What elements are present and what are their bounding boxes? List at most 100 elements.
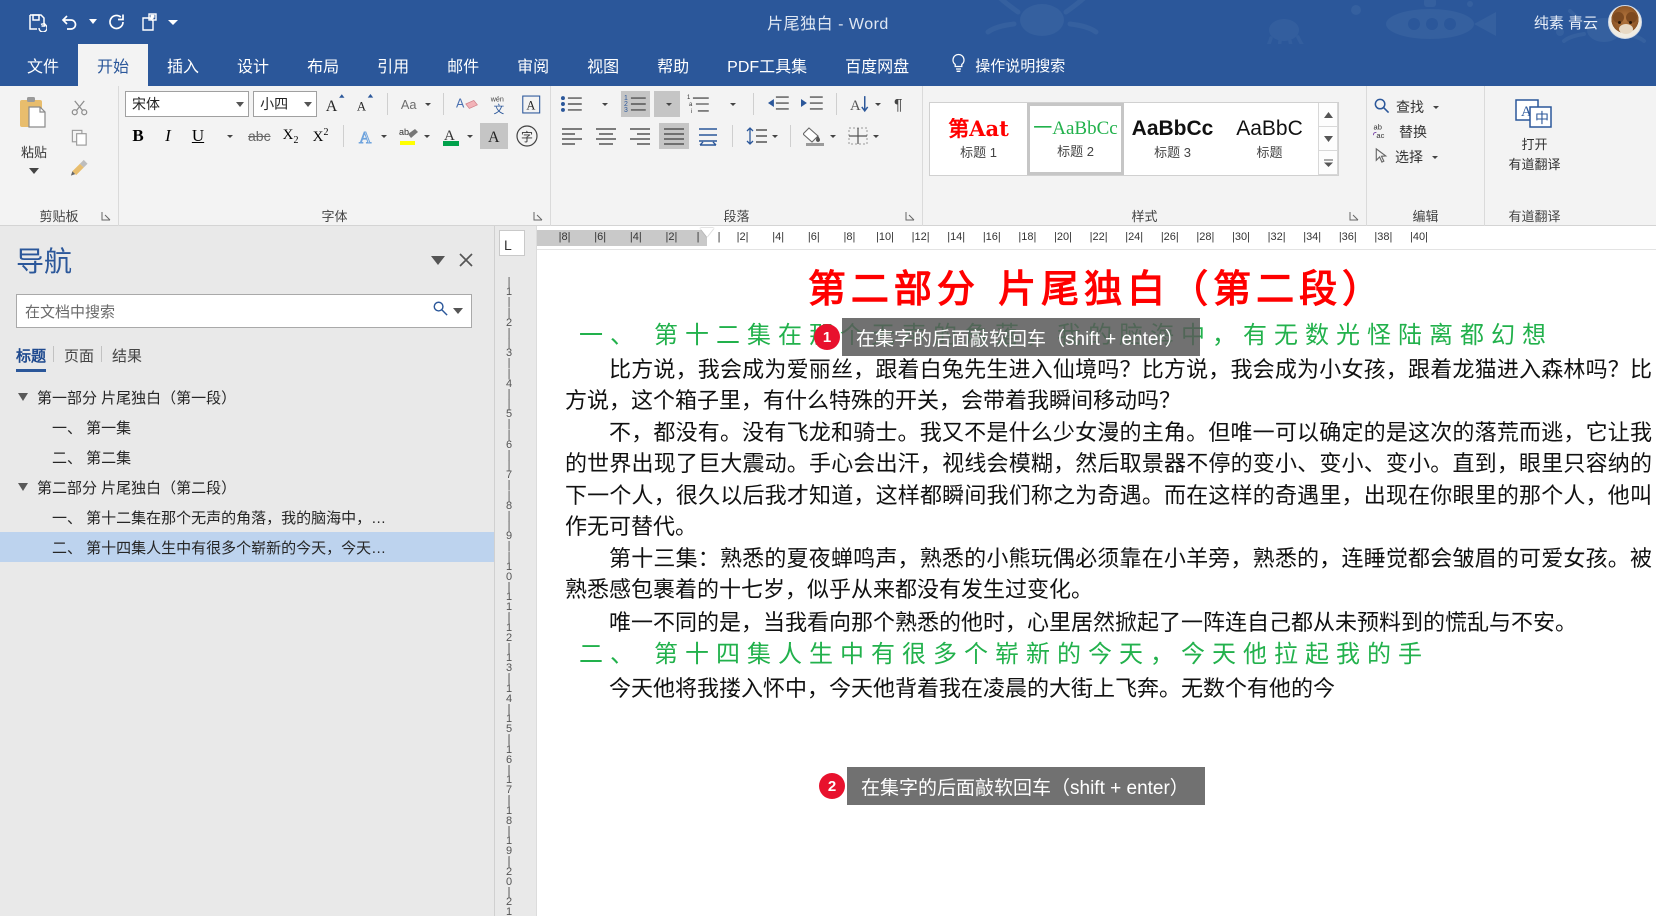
- quick-print-icon[interactable]: [134, 7, 164, 37]
- nav-heading-part2-ep14[interactable]: 二、 第十四集人生中有很多个崭新的今天，今天…: [0, 532, 494, 562]
- styles-scroll-down-icon[interactable]: [1319, 127, 1338, 151]
- tab-baidu-netdisk[interactable]: 百度网盘: [826, 44, 928, 86]
- nav-heading-part2[interactable]: 第二部分 片尾独白（第二段）: [0, 472, 494, 502]
- increase-indent-button[interactable]: [797, 91, 827, 117]
- tab-home[interactable]: 开始: [78, 44, 149, 86]
- replace-button[interactable]: ab ac 替换: [1373, 122, 1439, 142]
- paste-button[interactable]: 粘贴: [6, 91, 62, 179]
- search-options-caret-icon[interactable]: [449, 308, 467, 314]
- tab-design[interactable]: 设计: [218, 44, 288, 86]
- bullets-button[interactable]: [557, 91, 587, 117]
- nav-heading-part1[interactable]: 第一部分 片尾独白（第一段）: [0, 382, 494, 412]
- horizontal-ruler[interactable]: |8| |6| |4| |2| | |2| |4| |6| |8| |10| |12| |14| |16…: [537, 226, 1656, 250]
- styles-scroll-up-icon[interactable]: [1319, 103, 1338, 127]
- account-area[interactable]: 纯素 青云: [1534, 0, 1642, 44]
- clipboard-dialog-launcher-icon[interactable]: [101, 211, 113, 223]
- font-size-combo[interactable]: 小四: [253, 91, 317, 117]
- clear-formatting-button[interactable]: A: [453, 91, 482, 117]
- align-right-button[interactable]: [625, 123, 655, 149]
- save-icon[interactable]: [22, 7, 52, 37]
- style-card-heading2[interactable]: 一AaBbCc 标题 2: [1027, 103, 1124, 175]
- underline-caret-icon[interactable]: [215, 123, 241, 149]
- numbering-button[interactable]: 123: [620, 91, 651, 117]
- distribute-button[interactable]: [693, 123, 723, 149]
- subscript-button[interactable]: X2: [278, 123, 304, 149]
- paste-caret-icon[interactable]: [29, 161, 39, 179]
- quick-access-toolbar[interactable]: [0, 7, 180, 37]
- close-icon[interactable]: [452, 246, 480, 274]
- cut-button[interactable]: [66, 97, 92, 123]
- tab-stop-selector[interactable]: L: [499, 230, 525, 256]
- navigation-headings-list[interactable]: 第一部分 片尾独白（第一段） 一、 第一集 二、 第二集 第二部分 片尾独白（第…: [0, 382, 494, 562]
- underline-button[interactable]: U: [185, 123, 211, 149]
- styles-scroll-buttons[interactable]: [1318, 103, 1338, 175]
- tab-pdf-tools[interactable]: PDF工具集: [708, 44, 826, 86]
- style-card-heading3[interactable]: AaBbCc 标题 3: [1124, 103, 1221, 175]
- chevron-down-icon[interactable]: [18, 483, 28, 491]
- bullets-caret-icon[interactable]: [591, 91, 617, 117]
- sort-button[interactable]: A: [846, 91, 885, 117]
- tab-help[interactable]: 帮助: [638, 44, 708, 86]
- styles-gallery[interactable]: 第Aat 标题 1 一AaBbCc 标题 2 AaBbCc 标题 3 AaBbC…: [929, 102, 1339, 176]
- phonetic-guide-button[interactable]: wén 文: [486, 91, 513, 117]
- select-button[interactable]: 选择: [1373, 147, 1439, 167]
- shading-button[interactable]: [800, 123, 839, 149]
- text-effects-button[interactable]: A: [353, 123, 390, 149]
- tab-references[interactable]: 引用: [358, 44, 428, 86]
- show-formatting-marks-button[interactable]: ¶: [888, 91, 916, 117]
- search-input[interactable]: 在文档中搜索: [16, 294, 472, 328]
- style-card-heading1[interactable]: 第Aat 标题 1: [930, 103, 1027, 175]
- style-card-title[interactable]: AaBbC 标题: [1221, 103, 1318, 175]
- bold-button[interactable]: B: [125, 123, 151, 149]
- paragraph-dialog-launcher-icon[interactable]: [905, 211, 917, 223]
- tab-view[interactable]: 视图: [568, 44, 638, 86]
- align-left-button[interactable]: [557, 123, 587, 149]
- shrink-font-button[interactable]: A: [352, 91, 378, 117]
- chevron-down-icon[interactable]: [18, 393, 28, 401]
- text-highlight-button[interactable]: ab: [394, 123, 433, 149]
- styles-more-icon[interactable]: [1319, 151, 1338, 175]
- tab-file[interactable]: 文件: [8, 44, 78, 86]
- character-shading-button[interactable]: A: [479, 123, 508, 149]
- find-button[interactable]: 查找: [1373, 97, 1439, 117]
- find-caret-icon[interactable]: [1433, 105, 1439, 109]
- borders-button[interactable]: [843, 123, 882, 149]
- vertical-ruler[interactable]: L |1| |2| |3| |4| |5| |6| |7| |8| |9| |10| |11| |12…: [495, 226, 537, 916]
- font-name-combo[interactable]: 宋体: [125, 91, 250, 117]
- format-painter-button[interactable]: [66, 157, 92, 183]
- change-case-button[interactable]: Aa: [397, 91, 434, 117]
- navigation-options-caret-icon[interactable]: [424, 246, 452, 274]
- document-page[interactable]: 第二部分 片尾独白（第二段） 一、 第十二集在那个无声的角落，我的脑海中，有无数…: [537, 250, 1656, 916]
- justify-button[interactable]: [659, 123, 689, 149]
- nav-tab-results[interactable]: 结果: [110, 342, 158, 372]
- italic-button[interactable]: I: [155, 123, 181, 149]
- customize-qat-caret-icon[interactable]: [166, 7, 180, 37]
- line-spacing-button[interactable]: [742, 123, 781, 149]
- select-caret-icon[interactable]: [1432, 155, 1438, 159]
- nav-heading-part1-ep1[interactable]: 一、 第一集: [0, 412, 494, 442]
- document-area[interactable]: |8| |6| |4| |2| | |2| |4| |6| |8| |10| |12| |14| |16…: [537, 226, 1656, 916]
- undo-icon[interactable]: [54, 7, 84, 37]
- tab-review[interactable]: 审阅: [498, 44, 568, 86]
- font-dialog-launcher-icon[interactable]: [533, 211, 545, 223]
- navigation-tabs[interactable]: 标题 页面 结果: [16, 342, 494, 372]
- nav-tab-headings[interactable]: 标题: [16, 342, 62, 372]
- first-line-indent-marker[interactable]: [700, 228, 714, 237]
- strikethrough-button[interactable]: abc: [245, 123, 274, 149]
- ribbon-tabstrip[interactable]: 文件 开始 插入 设计 布局 引用 邮件 审阅 视图 帮助 PDF工具集 百度网…: [0, 44, 1656, 86]
- undo-caret-icon[interactable]: [86, 7, 100, 37]
- align-center-button[interactable]: [591, 123, 621, 149]
- tab-insert[interactable]: 插入: [148, 44, 218, 86]
- search-icon[interactable]: [432, 300, 449, 322]
- grow-font-button[interactable]: A: [321, 91, 348, 117]
- tell-me-search[interactable]: 操作说明搜索: [928, 44, 1075, 86]
- nav-tab-pages[interactable]: 页面: [62, 342, 110, 372]
- multilevel-list-button[interactable]: 1ai: [684, 91, 714, 117]
- horizontal-ruler-track[interactable]: |8| |6| |4| |2| | |2| |4| |6| |8| |10| |12| |14| |16…: [537, 228, 1656, 248]
- redo-icon[interactable]: [102, 7, 132, 37]
- tab-layout[interactable]: 布局: [288, 44, 358, 86]
- font-color-button[interactable]: A: [437, 123, 476, 149]
- tab-mailings[interactable]: 邮件: [428, 44, 498, 86]
- font-name-caret-icon[interactable]: [236, 101, 245, 107]
- copy-button[interactable]: [66, 127, 92, 153]
